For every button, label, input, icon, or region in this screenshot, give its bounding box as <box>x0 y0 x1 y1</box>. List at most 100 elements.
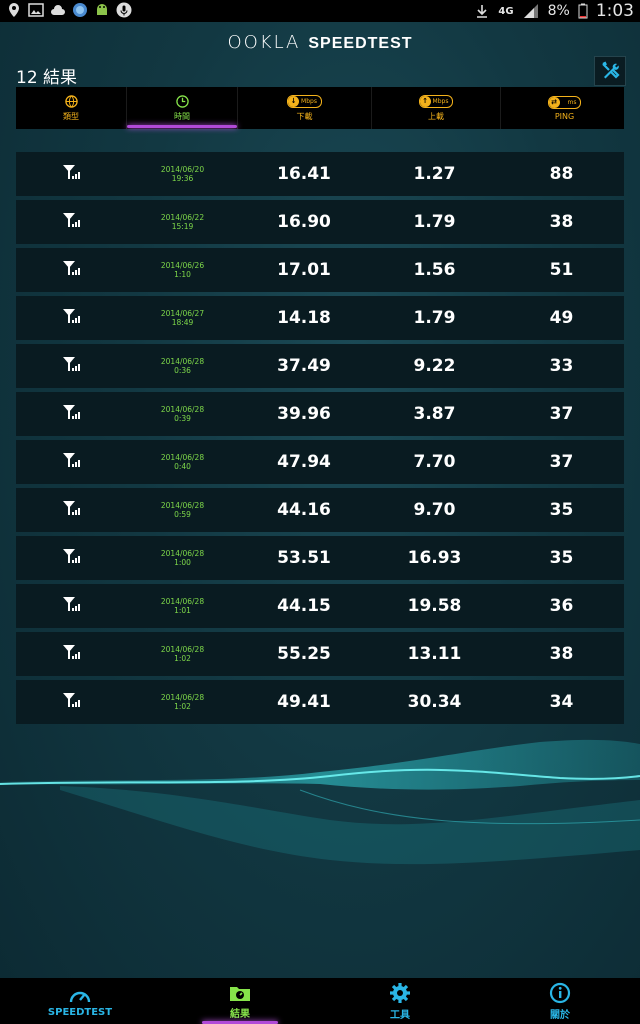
ping-value: 33 <box>549 356 574 376</box>
result-datetime: 2014/06/22 15:19 <box>127 213 238 231</box>
app-header: OOKLA SPEEDTEST <box>0 22 640 66</box>
image-icon <box>28 3 44 17</box>
microphone-icon <box>116 2 132 18</box>
column-upload[interactable]: ↑ Mbps 上載 <box>372 87 501 129</box>
connection-type <box>16 212 127 232</box>
bottom-navigation: SPEEDTEST 結果 工具 關於 <box>0 978 640 1024</box>
ping-icon: ⇄ <box>548 96 560 108</box>
result-row[interactable]: 2014/06/26 1:10 17.01 1.56 51 <box>16 248 624 292</box>
result-row[interactable]: 2014/06/28 0:59 44.16 9.70 35 <box>16 488 624 532</box>
nav-about-label: 關於 <box>550 1009 570 1021</box>
signal-icon <box>62 309 80 323</box>
result-time: 0:36 <box>174 366 191 375</box>
signal-icon <box>62 597 80 611</box>
wave-graphic <box>0 739 640 865</box>
result-date: 2014/06/28 <box>160 597 205 606</box>
download-value: 16.90 <box>277 212 331 232</box>
upload-icon: ↑ <box>419 95 431 107</box>
cloud-icon <box>51 5 65 15</box>
download-unit: Mbps <box>301 97 317 105</box>
column-type-label: 類型 <box>63 111 79 121</box>
upload-value: 30.34 <box>407 692 462 712</box>
upload-value: 13.11 <box>407 644 462 664</box>
result-row[interactable]: 2014/06/28 1:02 49.41 30.34 34 <box>16 680 624 724</box>
result-time: 19:36 <box>171 174 194 183</box>
upload-value: 19.58 <box>407 596 462 616</box>
result-date: 2014/06/28 <box>160 453 205 462</box>
upload-value: 9.22 <box>413 356 456 376</box>
upload-value: 1.56 <box>413 260 456 280</box>
column-type[interactable]: 類型 <box>16 87 127 129</box>
result-time: 18:49 <box>171 318 194 327</box>
result-time: 0:59 <box>174 510 191 519</box>
results-count: 12 結果 <box>16 68 78 88</box>
tools-icon <box>602 61 620 79</box>
upload-value: 7.70 <box>413 452 456 472</box>
download-value: 14.18 <box>277 308 331 328</box>
result-datetime: 2014/06/20 19:36 <box>127 165 238 183</box>
connection-type <box>16 644 127 664</box>
nav-speedtest[interactable]: SPEEDTEST <box>0 978 160 1024</box>
connection-type <box>16 596 127 616</box>
logo-ookla: OOKLA <box>227 32 301 53</box>
result-row[interactable]: 2014/06/28 1:00 53.51 16.93 35 <box>16 536 624 580</box>
result-row[interactable]: 2014/06/27 18:49 14.18 1.79 49 <box>16 296 624 340</box>
result-datetime: 2014/06/28 1:01 <box>127 597 238 615</box>
download-value: 47.94 <box>277 452 331 472</box>
result-row[interactable]: 2014/06/28 0:36 37.49 9.22 33 <box>16 344 624 388</box>
result-date: 2014/06/28 <box>160 549 205 558</box>
globe-icon <box>64 94 78 108</box>
result-time: 15:19 <box>171 222 194 231</box>
upload-unit: Mbps <box>432 97 449 105</box>
nav-tools[interactable]: 工具 <box>320 978 480 1024</box>
ping-value: 49 <box>549 308 574 328</box>
notification-icons <box>6 2 132 18</box>
result-date: 2014/06/20 <box>160 165 205 174</box>
clock: 1:03 <box>595 1 634 21</box>
download-value: 39.96 <box>277 404 331 424</box>
signal-icon <box>62 213 80 227</box>
result-row[interactable]: 2014/06/28 1:01 44.15 19.58 36 <box>16 584 624 628</box>
result-time: 1:00 <box>174 558 191 567</box>
signal-icon <box>62 453 80 467</box>
ping-unit: ms <box>567 98 577 106</box>
result-datetime: 2014/06/28 1:00 <box>127 549 238 567</box>
globe-app-icon <box>73 3 87 17</box>
connection-type <box>16 308 127 328</box>
result-row[interactable]: 2014/06/28 0:40 47.94 7.70 37 <box>16 440 624 484</box>
ping-value: 88 <box>549 164 574 184</box>
ping-value: 37 <box>549 404 574 424</box>
column-download[interactable]: ↓ Mbps 下載 <box>238 87 372 129</box>
connection-type <box>16 356 127 376</box>
result-datetime: 2014/06/28 0:39 <box>127 405 238 423</box>
connection-type <box>16 452 127 472</box>
column-time[interactable]: 時間 <box>127 87 238 129</box>
result-row[interactable]: 2014/06/22 15:19 16.90 1.79 38 <box>16 200 624 244</box>
download-value: 55.25 <box>277 644 331 664</box>
signal-icon <box>62 357 80 371</box>
column-ping[interactable]: ⇄ ms PING <box>501 87 628 129</box>
result-row[interactable]: 2014/06/28 0:39 39.96 3.87 37 <box>16 392 624 436</box>
signal-icon <box>62 645 80 659</box>
result-row[interactable]: 2014/06/20 19:36 16.41 1.27 88 <box>16 152 624 196</box>
nav-about[interactable]: 關於 <box>480 978 640 1024</box>
column-ping-label: PING <box>554 111 575 121</box>
result-date: 2014/06/26 <box>160 261 205 270</box>
result-time: 0:39 <box>174 414 191 423</box>
download-value: 44.15 <box>277 596 331 616</box>
result-date: 2014/06/27 <box>160 309 205 318</box>
gauge-icon <box>69 991 91 1002</box>
column-upload-label: 上載 <box>428 111 444 121</box>
nav-results[interactable]: 結果 <box>160 978 320 1024</box>
result-time: 1:02 <box>174 654 191 663</box>
result-date: 2014/06/28 <box>160 501 205 510</box>
ping-value: 35 <box>549 548 574 568</box>
signal-icon <box>62 165 80 179</box>
upload-value: 1.79 <box>413 308 456 328</box>
tools-button[interactable] <box>594 56 626 86</box>
result-date: 2014/06/28 <box>160 645 205 654</box>
result-date: 2014/06/28 <box>160 405 205 414</box>
info-icon <box>549 982 571 1003</box>
battery-icon <box>578 3 588 19</box>
result-row[interactable]: 2014/06/28 1:02 55.25 13.11 38 <box>16 632 624 676</box>
